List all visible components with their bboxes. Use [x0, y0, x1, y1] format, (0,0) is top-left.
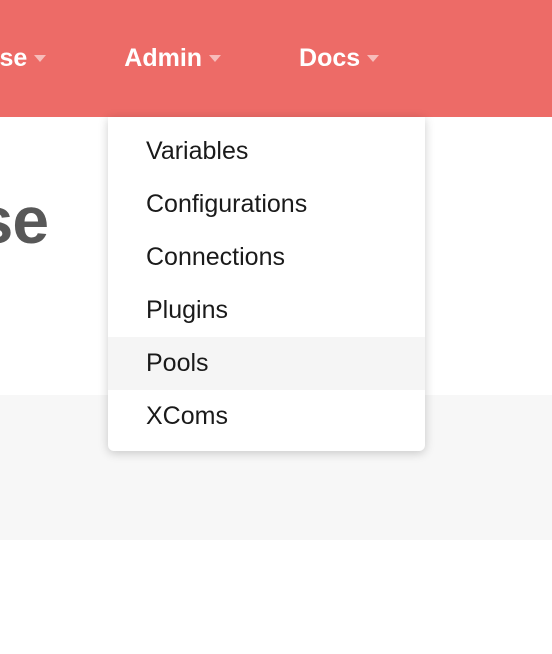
- dropdown-item-label: Pools: [146, 349, 209, 377]
- chevron-down-icon: [34, 55, 46, 62]
- nav-label-docs: Docs: [299, 44, 360, 73]
- dropdown-item-label: Variables: [146, 137, 248, 165]
- dropdown-item-variables[interactable]: Variables: [108, 125, 425, 178]
- chevron-down-icon: [209, 55, 221, 62]
- dropdown-item-label: Configurations: [146, 190, 307, 218]
- dropdown-item-label: Connections: [146, 243, 285, 271]
- dropdown-item-configurations[interactable]: Configurations: [108, 178, 425, 231]
- dropdown-item-label: Plugins: [146, 296, 228, 324]
- nav-label-admin: Admin: [124, 44, 202, 73]
- dropdown-item-xcoms[interactable]: XComs: [108, 390, 425, 443]
- nav-item-docs[interactable]: Docs: [281, 44, 397, 73]
- nav-item-admin[interactable]: Admin: [106, 44, 239, 73]
- dropdown-item-plugins[interactable]: Plugins: [108, 284, 425, 337]
- admin-dropdown-menu: Variables Configurations Connections Plu…: [108, 117, 425, 451]
- dropdown-item-connections[interactable]: Connections: [108, 231, 425, 284]
- dropdown-item-pools[interactable]: Pools: [108, 337, 425, 390]
- chevron-down-icon: [367, 55, 379, 62]
- navbar: wse Admin Docs: [0, 0, 552, 117]
- dropdown-item-label: XComs: [146, 402, 228, 430]
- nav-item-browse[interactable]: wse: [0, 44, 64, 73]
- nav-label-browse: wse: [0, 44, 27, 73]
